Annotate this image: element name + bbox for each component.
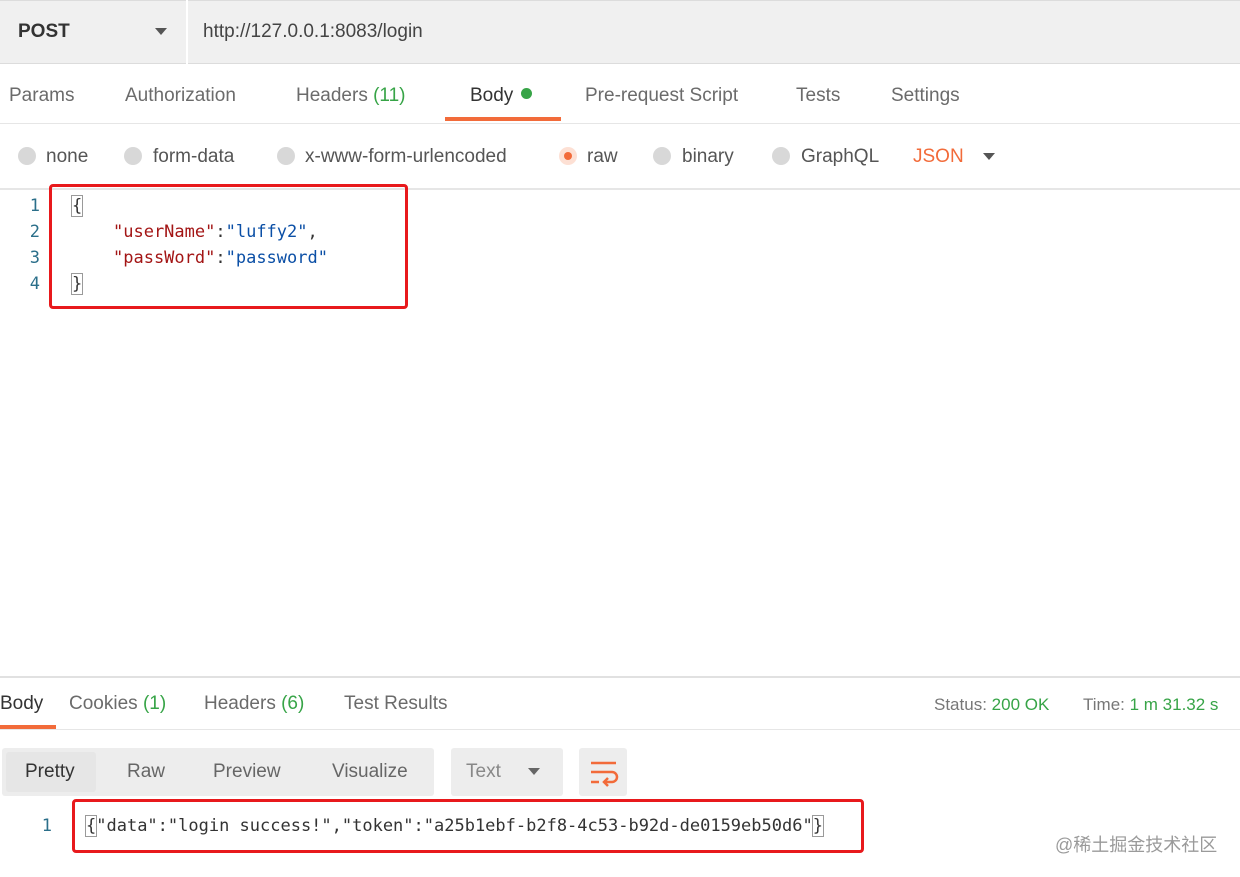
tab-settings[interactable]: Settings bbox=[891, 85, 960, 107]
view-visualize[interactable]: Visualize bbox=[332, 761, 408, 783]
modified-dot-icon bbox=[521, 88, 533, 100]
radio-binary-label: binary bbox=[682, 146, 734, 167]
radio-urlencoded-label: x-www-form-urlencoded bbox=[305, 146, 507, 167]
line-number: 4 bbox=[29, 274, 40, 294]
tab-headers-label: Headers bbox=[296, 85, 368, 106]
radio-raw-label: raw bbox=[587, 146, 618, 167]
response-headers-count: (6) bbox=[281, 693, 305, 714]
radio-none[interactable] bbox=[18, 147, 36, 165]
response-tab-cookies[interactable]: Cookies (1) bbox=[69, 693, 166, 715]
time-readout: Time: 1 m 31.32 s bbox=[1083, 695, 1218, 715]
view-raw[interactable]: Raw bbox=[127, 761, 165, 783]
response-highlight-box bbox=[72, 799, 864, 853]
cookies-count: (1) bbox=[142, 693, 167, 714]
view-preview[interactable]: Preview bbox=[213, 761, 281, 783]
tab-headers[interactable]: Headers (11) bbox=[296, 85, 406, 107]
time-value: 1 m 31.32 s bbox=[1129, 695, 1219, 714]
view-pretty[interactable]: Pretty bbox=[25, 761, 75, 783]
response-tab-test-results[interactable]: Test Results bbox=[344, 693, 447, 715]
line-number: 1 bbox=[41, 816, 52, 836]
radio-graphql[interactable] bbox=[772, 147, 790, 165]
url-text: http://127.0.0.1:8083/login bbox=[203, 21, 423, 42]
chevron-down-icon[interactable] bbox=[155, 28, 167, 35]
method-label: POST bbox=[18, 21, 70, 42]
line-number: 3 bbox=[29, 248, 40, 268]
response-tabs bbox=[0, 678, 1240, 730]
radio-binary[interactable] bbox=[653, 147, 671, 165]
chevron-down-icon[interactable] bbox=[983, 153, 995, 160]
active-response-tab-indicator bbox=[0, 725, 56, 729]
status-value: 200 OK bbox=[991, 695, 1050, 714]
tab-tests[interactable]: Tests bbox=[796, 85, 840, 107]
radio-form-data[interactable] bbox=[124, 147, 142, 165]
tab-params[interactable]: Params bbox=[9, 85, 74, 107]
request-highlight-box bbox=[49, 184, 408, 309]
watermark: @稀土掘金技术社区 bbox=[1055, 835, 1218, 855]
status-label: Status: bbox=[934, 695, 987, 714]
line-number: 2 bbox=[29, 222, 40, 242]
radio-urlencoded[interactable] bbox=[277, 147, 295, 165]
status-readout: Status: 200 OK bbox=[934, 695, 1049, 715]
chevron-down-icon bbox=[528, 768, 540, 775]
radio-graphql-label: GraphQL bbox=[801, 146, 880, 167]
response-tab-cookies-label: Cookies bbox=[69, 693, 138, 714]
response-tab-headers[interactable]: Headers (6) bbox=[204, 693, 304, 715]
request-tabs: Params Authorization Headers (11) Body P… bbox=[0, 66, 1240, 124]
wrap-lines-icon bbox=[591, 761, 619, 787]
tab-authorization[interactable]: Authorization bbox=[125, 85, 236, 107]
active-tab-indicator bbox=[445, 117, 561, 121]
radio-form-data-label: form-data bbox=[153, 146, 235, 167]
response-tab-body[interactable]: Body bbox=[0, 693, 43, 715]
response-format-label: Text bbox=[466, 761, 501, 782]
radio-none-label: none bbox=[46, 146, 89, 167]
tab-body-label: Body bbox=[470, 85, 514, 106]
tab-body[interactable]: Body bbox=[470, 85, 533, 107]
format-select[interactable]: JSON bbox=[913, 146, 964, 168]
line-number: 1 bbox=[29, 196, 40, 216]
tab-prerequest-script[interactable]: Pre-request Script bbox=[585, 85, 738, 107]
radio-raw[interactable] bbox=[559, 147, 577, 165]
time-label: Time: bbox=[1083, 695, 1125, 714]
wrap-lines-button[interactable] bbox=[579, 748, 627, 796]
headers-count: (11) bbox=[373, 85, 406, 106]
response-tab-headers-label: Headers bbox=[204, 693, 276, 714]
